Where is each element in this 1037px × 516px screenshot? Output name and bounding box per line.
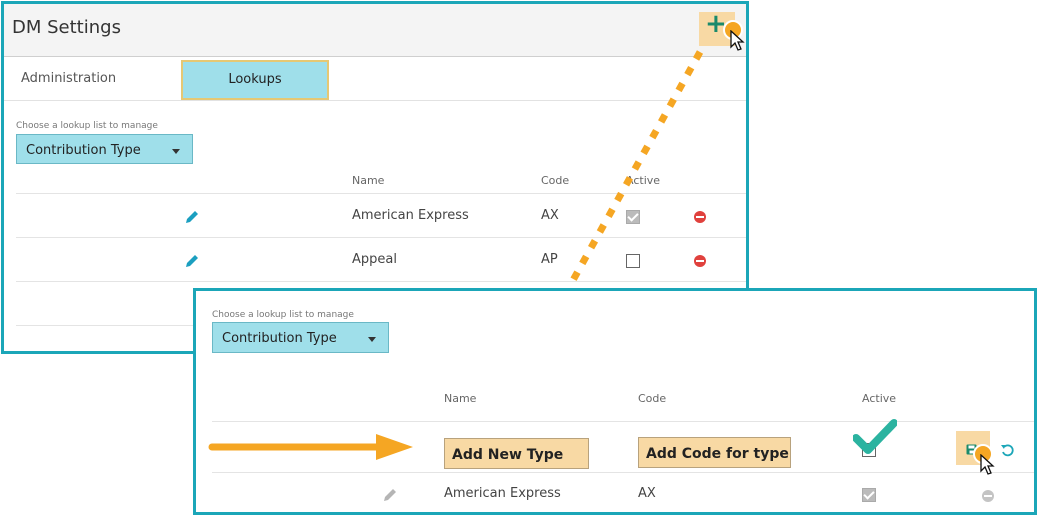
column-header-name: Name xyxy=(352,174,385,187)
lookup-select[interactable]: Contribution Type xyxy=(212,322,389,353)
callout-arrow xyxy=(208,434,413,460)
delete-icon[interactable] xyxy=(982,490,994,502)
active-checkbox[interactable] xyxy=(862,488,876,502)
undo-icon[interactable] xyxy=(1000,443,1014,457)
lookup-select-value: Contribution Type xyxy=(26,143,141,158)
page-title: DM Settings xyxy=(12,17,121,38)
row-name: American Express xyxy=(352,208,469,223)
checkmark-icon xyxy=(853,419,897,454)
mouse-pointer-icon xyxy=(980,454,995,475)
new-type-code-input[interactable]: Add Code for type xyxy=(638,437,791,468)
tab-administration[interactable]: Administration xyxy=(21,71,116,86)
lookup-select[interactable]: Contribution Type xyxy=(16,134,193,164)
callout-dotted-line xyxy=(568,50,704,284)
row-code: AX xyxy=(541,208,559,223)
row-code: AX xyxy=(638,486,656,501)
row-name: American Express xyxy=(444,486,561,501)
row-code: AP xyxy=(541,252,558,267)
lookup-label: Choose a lookup list to manage xyxy=(16,121,158,131)
row-name: Appeal xyxy=(352,252,397,267)
pencil-icon[interactable] xyxy=(184,209,200,225)
tab-lookups[interactable]: Lookups xyxy=(181,60,329,100)
column-header-name: Name xyxy=(444,392,477,405)
row-divider xyxy=(212,472,1034,473)
pencil-icon[interactable] xyxy=(184,253,200,269)
lookup-detail-panel: Choose a lookup list to manage Contribut… xyxy=(193,288,1037,515)
new-type-name-input[interactable]: Add New Type xyxy=(444,438,589,469)
mouse-pointer-icon xyxy=(730,30,745,51)
chevron-down-icon xyxy=(172,149,180,154)
pencil-icon[interactable] xyxy=(382,487,398,503)
column-header-active: Active xyxy=(862,392,897,405)
lookup-select-value: Contribution Type xyxy=(222,331,337,346)
chevron-down-icon xyxy=(368,337,376,342)
lookup-label: Choose a lookup list to manage xyxy=(212,310,354,320)
row-divider xyxy=(212,421,1034,422)
column-header-code: Code xyxy=(638,392,667,405)
